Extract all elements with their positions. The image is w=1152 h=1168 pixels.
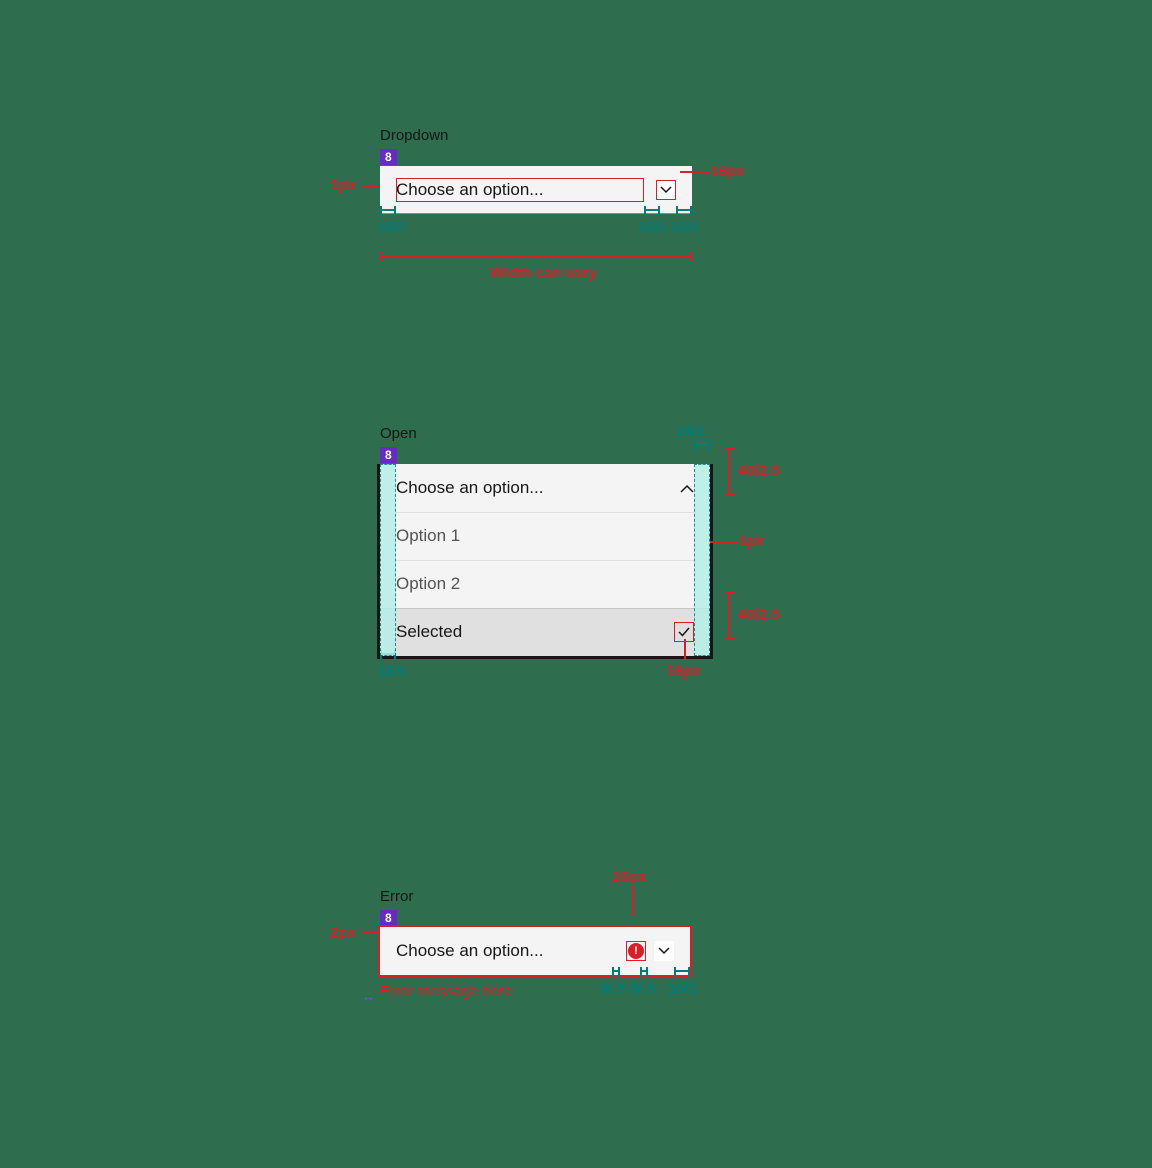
leader-line-v [632, 886, 634, 916]
row-height-dim [728, 447, 730, 495]
pad-right-label: 16/1 [668, 980, 697, 997]
option-label: Selected [396, 622, 462, 642]
row-height-label-2: 40/2.5 [738, 606, 780, 623]
leader-line [710, 541, 738, 543]
dropdown-placeholder: Choose an option... [396, 941, 618, 961]
dim-pad-right [676, 209, 692, 211]
chevron-down-icon [654, 941, 674, 961]
dropdown-field-error[interactable]: Choose an option... ! [380, 927, 690, 975]
top-right-pad-label: 16/1 [676, 423, 705, 440]
dropdown-placeholder: Choose an option... [396, 180, 676, 200]
icon-size-annotation: 16px [710, 163, 744, 180]
option-label: Option 2 [396, 574, 460, 594]
pad-left-label: 16/1 [377, 219, 406, 236]
leader-line-v [684, 639, 686, 659]
dropdown-header[interactable]: Choose an option... [380, 464, 710, 512]
error-message: Error message here [380, 983, 764, 1000]
dim-pad-left [380, 653, 396, 655]
dropdown-error-spec: Error 8 16px Choose an option... ! ↔ Err… [380, 888, 764, 1000]
row-height-label: 40/2.5 [738, 462, 780, 479]
dropdown-option[interactable]: Option 2 [380, 560, 710, 608]
dropdown-option-selected[interactable]: Selected [380, 608, 710, 656]
dropdown-open-spec: Open 16/1 8 Choose an option... Option 1… [380, 425, 764, 656]
chevron-up-icon [680, 478, 694, 498]
state-label: Dropdown [380, 127, 764, 144]
dropdown-option[interactable]: Option 1 [380, 512, 710, 560]
dropdown-open[interactable]: Choose an option... Option 1 Option 2 Se… [380, 464, 710, 656]
border-annotation: 1px [330, 177, 356, 194]
dim-pad-right [674, 970, 690, 972]
error-icon: ! [626, 941, 646, 961]
option-label: Option 1 [396, 526, 460, 546]
spacing-badge: 8 [380, 149, 397, 165]
dim-pad-left [380, 209, 396, 211]
leader-line [680, 171, 710, 173]
gap-1-label: 8/.5 [600, 980, 625, 997]
dropdown-closed-spec: Dropdown 8 Choose an option... 1px 16px … [380, 127, 764, 214]
chevron-down-icon [656, 180, 676, 200]
row-height-dim-2 [728, 591, 730, 639]
purple-indicator: ↔ [362, 989, 375, 1004]
divider-label: 1px [738, 533, 764, 550]
spacing-badge: 8 [380, 910, 397, 926]
leader-line [362, 185, 380, 187]
pad-left-label: 16/1 [377, 663, 406, 680]
leader-line [362, 932, 380, 934]
border-annotation: 2px [330, 924, 356, 941]
spacing-badge: 8 [380, 447, 397, 463]
pad-mid-label: 16/1 [638, 219, 667, 236]
dropdown-placeholder: Choose an option... [396, 478, 543, 498]
pad-right-label: 16/1 [670, 219, 699, 236]
dim-pad-mid [644, 209, 660, 211]
state-label: Error [380, 888, 764, 905]
state-label: Open [380, 425, 764, 442]
error-icon-size-label: 16px [612, 868, 646, 885]
gap-2-label: 8/.5 [630, 980, 655, 997]
dim-top-right-pad [694, 443, 710, 445]
dim-gap-1 [612, 970, 620, 972]
dim-gap-2 [640, 970, 648, 972]
icon-size-label: 16px [666, 663, 700, 680]
width-dim [380, 255, 692, 257]
width-label: Width can vary [490, 265, 597, 282]
